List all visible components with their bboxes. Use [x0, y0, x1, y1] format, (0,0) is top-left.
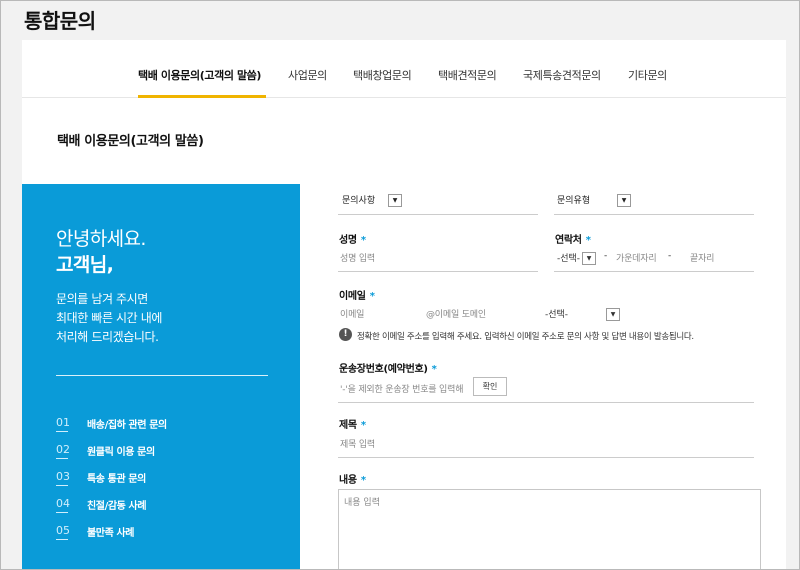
- desc-line: 최대한 빠른 시간 내에: [56, 311, 163, 325]
- tracking-label-text: 운송장번호(예약번호): [339, 364, 428, 375]
- category-label: 배송/집하 관련 문의: [87, 420, 167, 431]
- chevron-down-icon: ▼: [388, 194, 402, 207]
- tab-estimate-inquiry[interactable]: 택배견적문의: [438, 67, 497, 83]
- greeting-line1: 안녕하세요.: [56, 228, 146, 250]
- tracking-confirm-button[interactable]: 확인: [473, 377, 507, 396]
- tab-other-inquiry[interactable]: 기타문의: [628, 67, 667, 83]
- required-mark: *: [360, 420, 366, 431]
- sidebar-description: 문의를 남겨 주시면 최대한 빠른 시간 내에 처리해 드리겠습니다.: [56, 290, 286, 347]
- category-number: 04: [56, 497, 70, 513]
- phone-prefix-value: -선택-: [557, 254, 581, 264]
- subject-input[interactable]: 제목 입력: [340, 437, 375, 450]
- section-title: 택배 이용문의(고객의 말씀): [57, 134, 204, 149]
- info-sidebar: 안녕하세요. 고객님, 문의를 남겨 주시면 최대한 빠른 시간 내에 처리해 …: [22, 184, 300, 570]
- email-id-input[interactable]: 이메일: [340, 307, 364, 320]
- category-number: 03: [56, 470, 70, 486]
- contact-label-text: 연락처: [555, 235, 582, 246]
- tab-business-inquiry[interactable]: 사업문의: [288, 67, 327, 83]
- phone-separator: -: [668, 251, 672, 261]
- required-mark: *: [360, 235, 366, 246]
- greeting-line2: 고객님,: [56, 254, 114, 276]
- email-label-text: 이메일: [339, 291, 366, 302]
- inquiry-item-select[interactable]: 문의사항 ▼: [342, 193, 402, 207]
- subject-label: 제목 *: [339, 416, 366, 431]
- desc-line: 처리해 드리겠습니다.: [56, 330, 159, 344]
- required-mark: *: [369, 291, 375, 302]
- required-mark: *: [431, 364, 437, 375]
- tab-startup-inquiry[interactable]: 택배창업문의: [353, 67, 412, 83]
- category-label: 특송 통관 문의: [87, 474, 146, 485]
- content-placeholder: 내용 입력: [344, 498, 380, 508]
- tracking-label: 운송장번호(예약번호) *: [339, 360, 437, 375]
- phone-middle-input[interactable]: 가운데자리: [616, 251, 657, 264]
- chevron-down-icon: ▼: [582, 252, 597, 265]
- tab-delivery-inquiry[interactable]: 택배 이용문의(고객의 말씀): [138, 67, 261, 83]
- sidebar-divider: [56, 375, 268, 376]
- inquiry-type-select[interactable]: 문의유형 ▼: [557, 193, 631, 207]
- phone-prefix-select[interactable]: -선택- ▼: [557, 251, 597, 265]
- email-label: 이메일 *: [339, 287, 375, 302]
- field-underline: [554, 214, 754, 215]
- field-underline: [338, 271, 538, 272]
- category-number: 02: [56, 443, 70, 459]
- subject-label-text: 제목: [339, 420, 357, 431]
- chevron-down-icon: ▼: [617, 194, 631, 207]
- contact-label: 연락처 *: [555, 231, 591, 246]
- required-mark: *: [360, 475, 366, 486]
- field-underline: [338, 402, 754, 403]
- email-notice: 정확한 이메일 주소를 입력해 주세요. 입력하신 이메일 주소로 문의 사항 …: [357, 332, 694, 342]
- phone-last-input[interactable]: 끝자리: [690, 251, 714, 264]
- active-tab-indicator: [138, 95, 266, 98]
- page-title: 통합문의: [24, 9, 96, 33]
- content-textarea[interactable]: 내용 입력: [338, 489, 761, 570]
- desc-line: 문의를 남겨 주시면: [56, 292, 148, 306]
- tracking-number-input[interactable]: '-'을 제외한 운송장 번호를 입력해: [340, 382, 470, 395]
- category-label: 원클릭 이용 문의: [87, 447, 155, 458]
- tab-international-estimate[interactable]: 국제특송견적문의: [523, 67, 601, 83]
- category-number: 01: [56, 416, 70, 432]
- name-input[interactable]: 성명 입력: [340, 251, 375, 264]
- email-domain-select-value: -선택-: [545, 310, 569, 320]
- name-label-text: 성명: [339, 235, 357, 246]
- phone-separator: -: [604, 251, 608, 261]
- field-underline: [554, 271, 754, 272]
- category-label: 불만족 사례: [87, 528, 135, 539]
- info-icon: !: [339, 328, 352, 341]
- email-domain-input[interactable]: @이메일 도메인: [426, 307, 486, 320]
- tab-bar: 택배 이용문의(고객의 말씀) 사업문의 택배창업문의 택배견적문의 국제특송견…: [22, 40, 786, 98]
- category-label: 친절/감동 사례: [87, 501, 147, 512]
- chevron-down-icon: ▼: [606, 308, 621, 321]
- content-label: 내용 *: [339, 471, 366, 486]
- email-domain-select[interactable]: -선택- ▼: [545, 307, 621, 321]
- field-underline: [338, 457, 754, 458]
- name-label: 성명 *: [339, 231, 366, 246]
- category-number: 05: [56, 524, 70, 540]
- inquiry-item-value: 문의사항: [342, 196, 376, 206]
- content-label-text: 내용: [339, 475, 357, 486]
- field-underline: [338, 214, 538, 215]
- inquiry-type-value: 문의유형: [557, 196, 591, 206]
- required-mark: *: [585, 235, 591, 246]
